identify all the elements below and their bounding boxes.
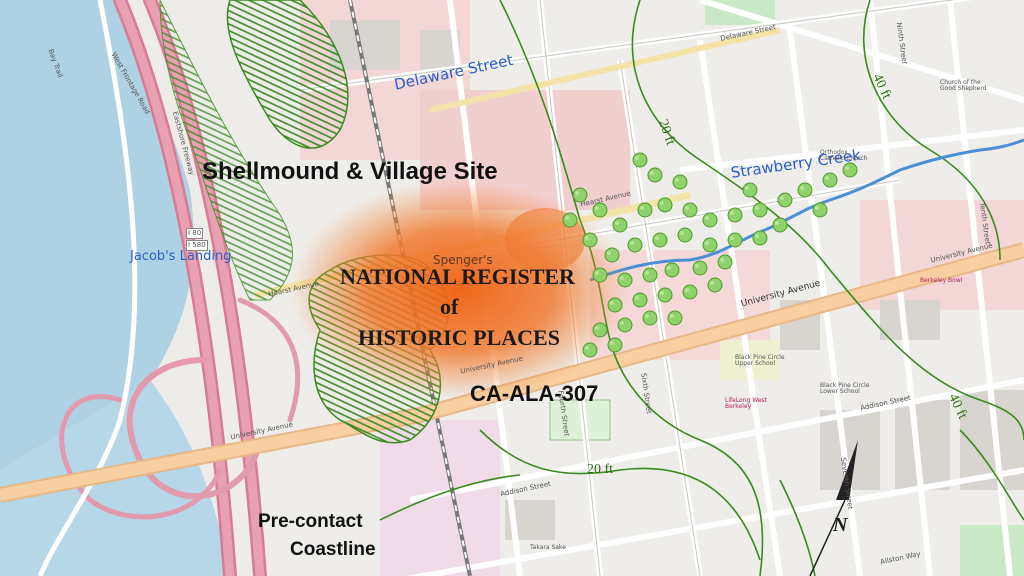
- place-orthodox: Orthodox Catholic Church: [820, 149, 868, 162]
- shield-i80: I 80: [186, 228, 204, 239]
- place-takara: Takara Sake: [530, 544, 566, 551]
- precontact-label-line1: Pre-contact: [258, 511, 363, 532]
- park-bottom: [960, 525, 1024, 576]
- place-black-pine-lower: Black Pine Circle Lower School: [820, 382, 870, 395]
- register-title-line3: HISTORIC PLACES: [358, 325, 560, 350]
- register-title-line2: of: [440, 294, 459, 319]
- contour-label-20ft-bottom: 20 ft: [587, 462, 614, 477]
- place-berkeley-bowl: Berkeley Bowl: [920, 277, 963, 284]
- site-code-label: CA-ALA-307: [470, 381, 599, 406]
- precontact-label-line2: Coastline: [290, 539, 376, 560]
- shield-i580: I 580: [186, 240, 208, 251]
- place-lifelong: LifeLong West Berkeley: [725, 397, 767, 410]
- shellmound-label: Shellmound & Village Site: [202, 158, 498, 185]
- bay-water: [0, 0, 194, 470]
- zone-commercial-5: [380, 420, 500, 576]
- spengers-label: Spenger's: [433, 253, 493, 267]
- map-canvas[interactable]: Shellmound & Village Site Jacob's Landin…: [0, 0, 1024, 576]
- jacobs-landing-label: Jacob's Landing: [130, 249, 232, 264]
- place-church: Church of the Good Shepherd: [940, 79, 987, 92]
- register-title-line1: NATIONAL REGISTER: [340, 264, 575, 289]
- north-label: N: [833, 514, 848, 536]
- place-black-pine-upper: Black Pine Circle Upper School: [735, 354, 785, 367]
